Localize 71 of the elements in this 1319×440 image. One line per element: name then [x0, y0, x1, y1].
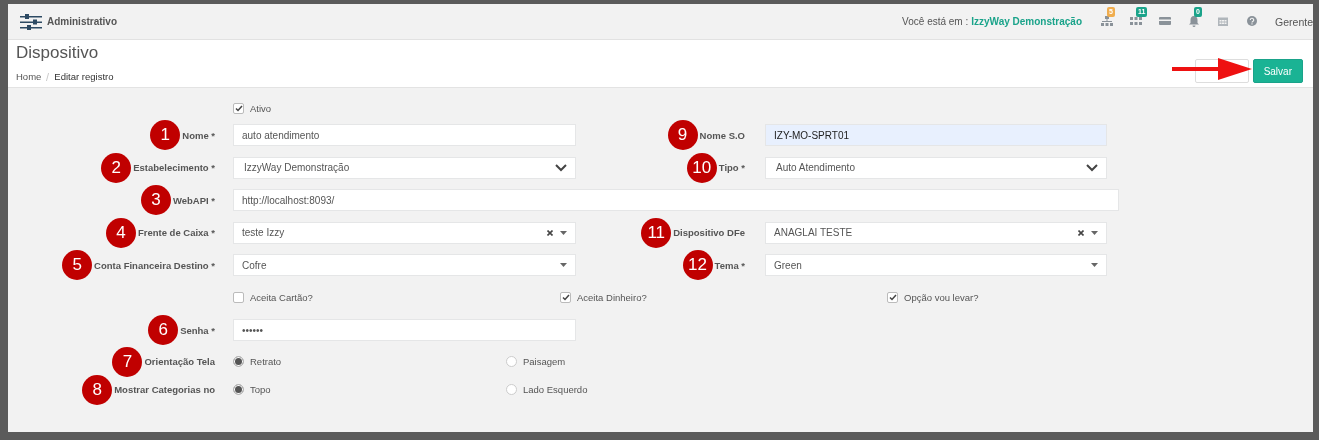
dropdown[interactable]: Auto Atendimento — [765, 156, 1107, 179]
radio-label: Lado Esquerdo — [523, 384, 588, 395]
text-field[interactable]: IZY-MO-SPRT01 — [765, 124, 1107, 147]
grid-icon — [1129, 16, 1142, 27]
field-label: Tema * — [714, 259, 745, 271]
page-title: Dispositivo — [16, 43, 100, 63]
step-marker: 3 — [140, 185, 171, 216]
password-field[interactable]: •••••• — [233, 319, 576, 342]
step-marker: 5 — [62, 250, 93, 281]
step-marker: 10 — [686, 152, 717, 183]
checkbox[interactable] — [233, 292, 244, 304]
caret-icon — [560, 263, 567, 268]
user-menu[interactable]: Gerente — [1275, 15, 1313, 28]
clear-icon — [547, 229, 553, 236]
checkbox-label: Aceita Dinheiro? — [577, 292, 647, 304]
radio-button[interactable] — [506, 384, 517, 395]
checkbox[interactable] — [560, 292, 571, 304]
step-marker: 4 — [105, 217, 136, 248]
dropdown[interactable]: teste Izzy — [233, 221, 576, 244]
checkbox[interactable] — [233, 102, 244, 114]
caret-icon — [1091, 263, 1098, 268]
dropdown[interactable]: ANAGLAI TESTE — [765, 221, 1107, 244]
checkbox-label: Aceita Cartão? — [250, 292, 313, 304]
breadcrumb-link[interactable]: Home — [16, 71, 42, 82]
step-marker: 1 — [150, 120, 181, 151]
text-field[interactable]: http://localhost:8093/ — [233, 189, 1119, 212]
caret-icon — [1091, 230, 1098, 235]
location-label: Você está em : — [902, 16, 969, 27]
field-label: Tipo * — [718, 162, 745, 174]
step-marker: 12 — [682, 250, 713, 281]
clear-icon — [1078, 229, 1084, 236]
calendar-icon — [1216, 16, 1229, 27]
help-icon — [1245, 16, 1258, 27]
dropdown[interactable]: Green — [765, 254, 1107, 277]
breadcrumb-current: Editar registro — [54, 71, 114, 82]
radio-label: Paisagem — [523, 356, 566, 367]
step-marker: 7 — [112, 346, 143, 377]
checkbox-label: Ativo — [250, 102, 272, 114]
radio-label: Retrato — [250, 356, 282, 367]
step-marker: 6 — [148, 315, 179, 346]
dropdown[interactable]: IzzyWay Demonstração — [233, 156, 576, 179]
field-label: Frente de Caixa * — [137, 227, 215, 239]
step-marker: 8 — [82, 374, 113, 405]
step-marker: 9 — [667, 120, 698, 151]
radio-label: Topo — [250, 384, 271, 395]
sliders-icon — [20, 13, 42, 30]
dropdown[interactable]: Cofre — [233, 254, 576, 277]
caret-icon — [560, 230, 567, 235]
field-label: Orientação Tela — [144, 356, 215, 367]
radio-button[interactable] — [233, 384, 244, 395]
app-title: Administrativo — [47, 16, 117, 27]
field-label: Senha * — [180, 324, 215, 336]
radio-button[interactable] — [233, 356, 244, 367]
field-label: WebAPI * — [172, 194, 215, 206]
step-marker: 11 — [641, 217, 672, 248]
step-marker: 2 — [101, 152, 132, 183]
field-label: Dispositivo DFe — [673, 227, 745, 239]
field-label: Conta Financeira Destino * — [94, 259, 215, 271]
chevron-icon — [555, 163, 567, 172]
chevron-icon — [1086, 163, 1098, 172]
checkbox[interactable] — [887, 292, 898, 304]
field-label: Mostrar Categorias no — [114, 384, 215, 395]
field-label: Nome * — [182, 129, 215, 141]
sitemap-icon — [1100, 16, 1113, 27]
checkbox-label: Opção vou levar? — [904, 292, 979, 304]
radio-button[interactable] — [506, 356, 517, 367]
field-label: Estabelecimento * — [133, 162, 215, 174]
bell-icon — [1187, 16, 1200, 27]
field-label: Nome S.O — [699, 129, 745, 141]
card-icon — [1158, 16, 1171, 27]
text-field[interactable]: auto atendimento — [233, 124, 576, 147]
